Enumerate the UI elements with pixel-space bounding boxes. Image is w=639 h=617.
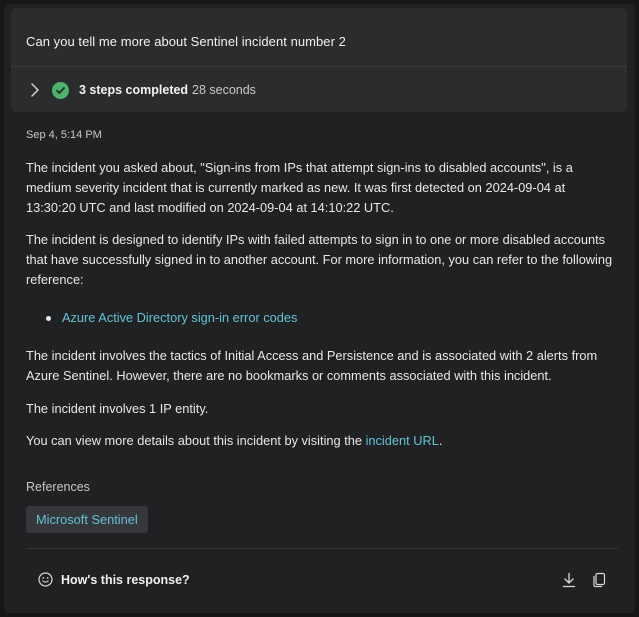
- list-item: Azure Active Directory sign-in error cod…: [46, 308, 297, 328]
- response-paragraph: The incident involves 1 IP entity.: [26, 401, 209, 416]
- response-panel: Can you tell me more about Sentinel inci…: [4, 4, 635, 613]
- response-paragraph: You can view more details about this inc…: [26, 431, 618, 451]
- steps-duration: 28 seconds: [192, 83, 256, 97]
- feedback-label: How's this response?: [61, 572, 190, 587]
- response-paragraph: The incident involves the tactics of Ini…: [26, 348, 598, 383]
- prompt-card: Can you tell me more about Sentinel inci…: [11, 8, 627, 112]
- incident-url-link[interactable]: incident URL: [366, 433, 439, 448]
- paragraph-text: .: [438, 433, 443, 448]
- response-timestamp: Sep 4, 5:14 PM: [26, 129, 102, 141]
- paragraph-text: You can view more details about this inc…: [26, 433, 366, 448]
- smiley-icon: [38, 572, 53, 587]
- prompt-text: Can you tell me more about Sentinel inci…: [26, 34, 346, 49]
- response-paragraph: The incident is designed to identify IPs…: [26, 232, 613, 287]
- bullet-icon: [46, 315, 51, 321]
- steps-summary[interactable]: 3 steps completed 28 seconds: [11, 67, 627, 112]
- reference-chip[interactable]: Microsoft Sentinel: [26, 506, 148, 533]
- chevron-right-icon[interactable]: [28, 83, 42, 97]
- checkmark-icon: [52, 82, 69, 99]
- response-paragraph: The incident you asked about, "Sign-ins …: [26, 160, 573, 215]
- download-icon[interactable]: [561, 572, 577, 588]
- divider: [26, 548, 618, 549]
- copy-icon[interactable]: [591, 572, 607, 588]
- references-label: References: [26, 480, 90, 494]
- reference-link[interactable]: Azure Active Directory sign-in error cod…: [62, 308, 297, 328]
- steps-label: 3 steps completed: [79, 83, 189, 97]
- feedback-button[interactable]: How's this response?: [38, 572, 190, 587]
